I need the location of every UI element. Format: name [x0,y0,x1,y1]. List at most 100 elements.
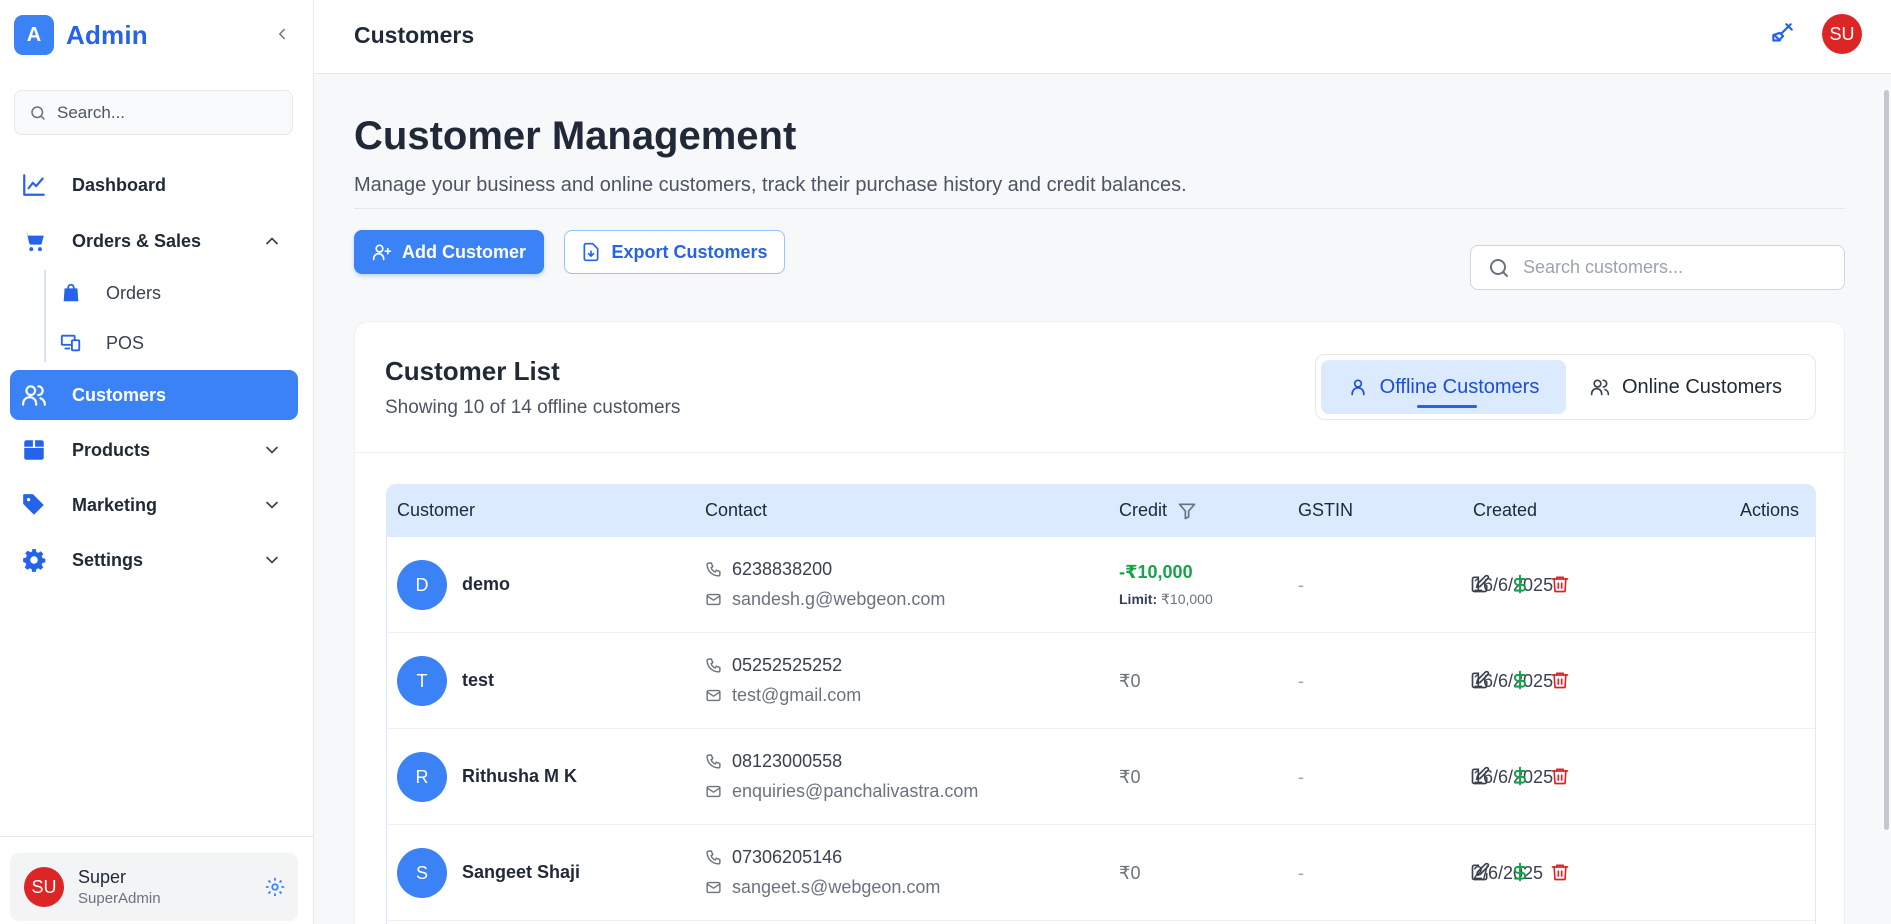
credit-limit-label: Limit: [1119,591,1158,607]
mail-icon [706,593,721,606]
credit-value: -₹10,000 [1119,562,1193,582]
avatar: SU [24,867,64,907]
email-address: sangeet.s@webgeon.com [732,877,941,897]
sidebar-item-label: Products [72,439,151,460]
sidebar-item-label: Marketing [72,494,158,515]
contact-email: sangeet.s@webgeon.com [705,877,940,898]
customer-name: demo [462,574,511,594]
customer-name: Rithusha M K [462,766,577,786]
user-icon [1350,379,1365,396]
card-subtitle: Showing 10 of 14 offline customers [385,397,681,418]
search-icon [31,105,45,120]
customer-search-input[interactable] [1523,257,1823,278]
mail-icon [706,689,721,702]
sidebar-item-label: Orders & Sales [72,230,202,251]
credit-value: ₹0 [1119,671,1141,691]
cart-icon [20,227,48,255]
user-card[interactable]: SU Super SuperAdmin [10,853,298,921]
box-icon [20,436,48,464]
column-header-contact: Contact [705,500,768,520]
main-subtitle: Manage your business and online customer… [354,174,1187,196]
edit-icon [1471,766,1490,785]
contact-email: enquiries@panchalivastra.com [705,781,978,802]
sidebar-item-dashboard[interactable]: Dashboard [10,160,298,210]
brand-logo: A [14,15,54,55]
column-header-customer: Customer [397,500,476,520]
file-download-icon [583,242,599,262]
brand-name: Admin [66,19,148,50]
user-info: Super SuperAdmin [78,867,161,907]
sidebar-item-settings[interactable]: Settings [10,535,298,585]
sidebar-subitem-pos[interactable]: POS [60,325,144,361]
tab-online-customers[interactable]: Online Customers [1566,360,1806,414]
edit-button[interactable] [1469,573,1491,595]
export-customers-button[interactable]: Export Customers [564,230,785,274]
email-address: test@gmail.com [732,685,862,705]
sidebar-item-marketing[interactable]: Marketing [10,480,298,530]
phone-icon [706,850,721,865]
users-icon [1590,379,1610,396]
customer-name: Sangeet Shaji [462,862,581,882]
customer-search[interactable] [1470,245,1845,290]
edit-icon [1471,574,1490,593]
dollar-icon [1514,670,1526,690]
sidebar-search[interactable] [14,90,293,135]
user-plus-icon [372,244,392,261]
filter-icon[interactable] [1177,501,1197,521]
edit-button[interactable] [1469,669,1491,691]
tab-label: Offline Customers [1379,375,1540,398]
phone-icon [706,562,721,577]
table-row[interactable]: R Rithusha M K 08123000558 enquiries@pan… [387,729,1815,825]
customer-avatar: R [397,752,447,802]
theme-button[interactable] [1766,18,1798,50]
table-row[interactable]: D demo 6238838200 sandesh.g@webgeon.com … [387,537,1815,633]
export-customers-label: Export Customers [611,241,768,262]
contact-phone: 07306205146 [705,847,842,868]
sidebar-subitem-orders[interactable]: Orders [60,275,161,311]
delete-button[interactable] [1549,765,1571,787]
sidebar: A Admin Dashboard Orders & Sales Orders … [0,0,314,924]
brand[interactable]: A Admin [14,14,148,56]
scrollbar-thumb[interactable] [1884,90,1889,830]
sidebar-item-products[interactable]: Products [10,425,298,475]
delete-button[interactable] [1549,669,1571,691]
sidebar-item-customers[interactable]: Customers [10,370,298,420]
credit-button[interactable] [1509,765,1531,787]
add-customer-button[interactable]: Add Customer [354,230,544,274]
edit-button[interactable] [1469,765,1491,787]
sidebar-item-orders-sales[interactable]: Orders & Sales [10,216,298,266]
chevron-down-icon [266,556,278,564]
phone-icon [706,754,721,769]
credit-button[interactable] [1509,669,1531,691]
phone-icon [706,658,721,673]
settings-gear-icon[interactable] [264,876,286,898]
tab-offline-customers[interactable]: Offline Customers [1321,360,1566,414]
chevron-down-icon [266,446,278,454]
delete-button[interactable] [1549,861,1571,883]
gear-icon [20,546,48,574]
sidebar-subitem-label: POS [106,332,145,353]
customer-list-card: Customer List Showing 10 of 14 offline c… [354,321,1846,924]
customer-name: test [462,670,495,690]
edit-button[interactable] [1469,861,1491,883]
column-header-gstin: GSTIN [1298,500,1354,520]
credit-button[interactable] [1509,861,1531,883]
customer-avatar: D [397,560,447,610]
sidebar-search-input[interactable] [57,102,277,123]
sidebar-item-label: Dashboard [72,174,167,195]
collapse-sidebar-button[interactable] [270,22,294,46]
trash-icon [1551,768,1569,785]
column-header-credit: Credit [1119,500,1168,520]
delete-button[interactable] [1549,573,1571,595]
user-role: SuperAdmin [78,890,161,907]
user-avatar-button[interactable]: SU [1822,14,1862,54]
credit-button[interactable] [1509,573,1531,595]
tab-label: Online Customers [1621,375,1783,398]
column-header-actions: Actions [1740,500,1800,520]
table-row[interactable]: S Sangeet Shaji 07306205146 sangeet.s@we… [387,825,1815,921]
bag-icon [63,283,79,302]
credit-limit-value: ₹10,000 [1161,591,1213,607]
table-row[interactable]: T test 05252525252 test@gmail.com ₹0 - 1… [387,633,1815,729]
trash-icon [1551,576,1569,593]
dollar-icon [1514,574,1526,594]
